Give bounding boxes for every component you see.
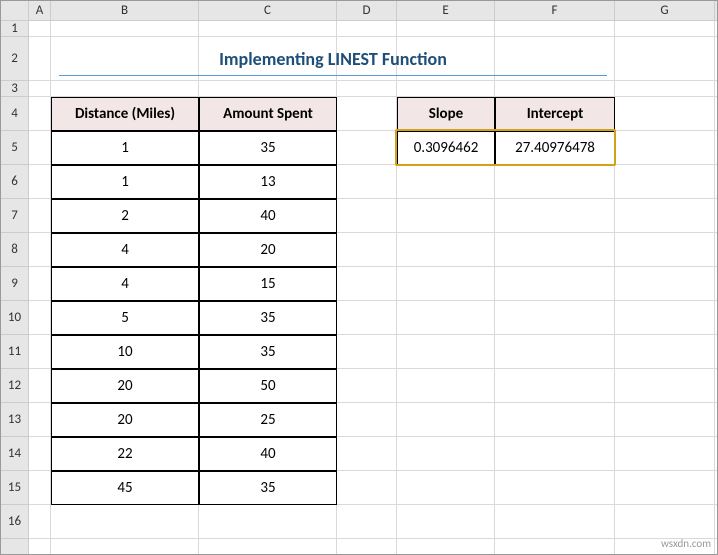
cell-distance-14[interactable]: 22 (51, 437, 199, 471)
cell-amount-14[interactable]: 40 (199, 437, 337, 471)
row-header-13[interactable]: 13 (1, 403, 28, 437)
cell-amount-15[interactable]: 35 (199, 471, 337, 505)
cell-amount-10[interactable]: 35 (199, 301, 337, 335)
col-header-D[interactable]: D (337, 1, 397, 20)
spreadsheet: ABCDEFG 12345678910111213141516 Implemen… (0, 0, 718, 555)
cell-distance-7[interactable]: 2 (51, 199, 199, 233)
cell-amount-7[interactable]: 40 (199, 199, 337, 233)
cell-distance-10[interactable]: 5 (51, 301, 199, 335)
row-header-10[interactable]: 10 (1, 301, 28, 335)
col-header-B[interactable]: B (51, 1, 199, 20)
cell-distance-15[interactable]: 45 (51, 471, 199, 505)
row-header-4[interactable]: 4 (1, 97, 28, 131)
watermark: wsxdn.com (661, 537, 711, 550)
cell-distance-8[interactable]: 4 (51, 233, 199, 267)
row-header-11[interactable]: 11 (1, 335, 28, 369)
cell-amount-12[interactable]: 50 (199, 369, 337, 403)
col-header-C[interactable]: C (199, 1, 337, 20)
cell-distance-9[interactable]: 4 (51, 267, 199, 301)
row-header-9[interactable]: 9 (1, 267, 28, 301)
cell-amount-9[interactable]: 15 (199, 267, 337, 301)
row-headers: 12345678910111213141516 (1, 21, 29, 554)
col-header-A[interactable]: A (29, 1, 51, 20)
cell-amount-8[interactable]: 20 (199, 233, 337, 267)
row-header-1[interactable]: 1 (1, 21, 28, 37)
row-header-14[interactable]: 14 (1, 437, 28, 471)
cell-amount-5[interactable]: 35 (199, 131, 337, 165)
cell-distance-5[interactable]: 1 (51, 131, 199, 165)
cell-distance-13[interactable]: 20 (51, 403, 199, 437)
cell-distance-6[interactable]: 1 (51, 165, 199, 199)
cell-amount-6[interactable]: 13 (199, 165, 337, 199)
row-header-15[interactable]: 15 (1, 471, 28, 505)
column-headers: ABCDEFG (29, 1, 717, 21)
cell-distance-11[interactable]: 10 (51, 335, 199, 369)
row-header-2[interactable]: 2 (1, 37, 28, 81)
row-header-6[interactable]: 6 (1, 165, 28, 199)
value-intercept[interactable]: 27.40976478 (495, 131, 615, 165)
cell-amount-13[interactable]: 25 (199, 403, 337, 437)
title-underline (59, 75, 607, 76)
col-header-F[interactable]: F (495, 1, 615, 20)
header-distance[interactable]: Distance (Miles) (51, 97, 199, 131)
row-header-3[interactable]: 3 (1, 81, 28, 97)
col-header-E[interactable]: E (397, 1, 495, 20)
row-header-12[interactable]: 12 (1, 369, 28, 403)
header-intercept[interactable]: Intercept (495, 97, 615, 131)
col-header-G[interactable]: G (615, 1, 715, 20)
header-slope[interactable]: Slope (397, 97, 495, 131)
cell-amount-11[interactable]: 35 (199, 335, 337, 369)
select-all-corner[interactable] (1, 1, 29, 21)
header-amount[interactable]: Amount Spent (199, 97, 337, 131)
value-slope[interactable]: 0.3096462 (397, 131, 495, 165)
row-header-5[interactable]: 5 (1, 131, 28, 165)
row-header-16[interactable]: 16 (1, 505, 28, 539)
row-header-7[interactable]: 7 (1, 199, 28, 233)
cell-distance-12[interactable]: 20 (51, 369, 199, 403)
row-header-8[interactable]: 8 (1, 233, 28, 267)
grid-area[interactable]: Implementing LINEST Function Distance (M… (29, 21, 717, 554)
